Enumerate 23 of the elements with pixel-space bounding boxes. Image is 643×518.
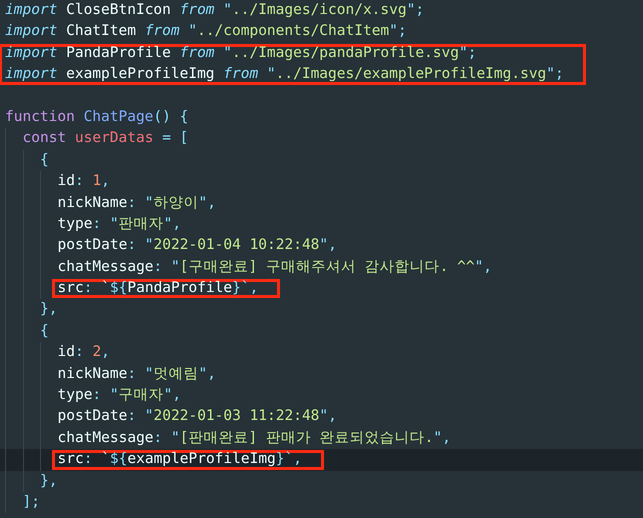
code-line: import ChatItem from "../components/ChatItem"; (5, 23, 407, 40)
code-line: { (40, 152, 49, 168)
code-line: nickName: "하양이", (58, 194, 216, 211)
code-line: const userDatas = [ (22, 130, 188, 146)
code-line: import CloseBtnIcon from "../Images/icon/x.svg"; (5, 2, 424, 18)
code-line: function ChatPage() { (5, 108, 188, 125)
code-line: postDate: "2022-01-04 10:22:48", (58, 237, 337, 254)
code-line: }, (40, 301, 58, 318)
code-line: src: `${exampleProfileImg}`, (58, 451, 302, 468)
code-line: import exampleProfileImg from "../Images/exampleProfileImg.svg"; (5, 66, 564, 82)
code-line: import PandaProfile from "../Images/pandaProfile.svg"; (5, 44, 476, 61)
code-line: id: 1, (58, 173, 110, 190)
code-line: { (40, 322, 49, 339)
code-line: chatMessage: "[구매완료] 구매해주셔서 감사합니다. ^^", (58, 258, 492, 275)
code-line: postDate: "2022-01-03 11:22:48", (58, 408, 337, 424)
code-line: type: "판매자", (58, 216, 182, 232)
code-line: type: "구매자", (58, 387, 182, 404)
code-line: }, (40, 472, 58, 489)
code-line: src: `${PandaProfile}`, (58, 280, 258, 296)
code-line: id: 2, (58, 344, 110, 360)
code-line: nickName: "멋예림", (58, 366, 216, 382)
code-line: ]; (22, 494, 40, 510)
code-line: chatMessage: "[판매완료] 판매가 완료되었습니다.", (58, 430, 451, 446)
